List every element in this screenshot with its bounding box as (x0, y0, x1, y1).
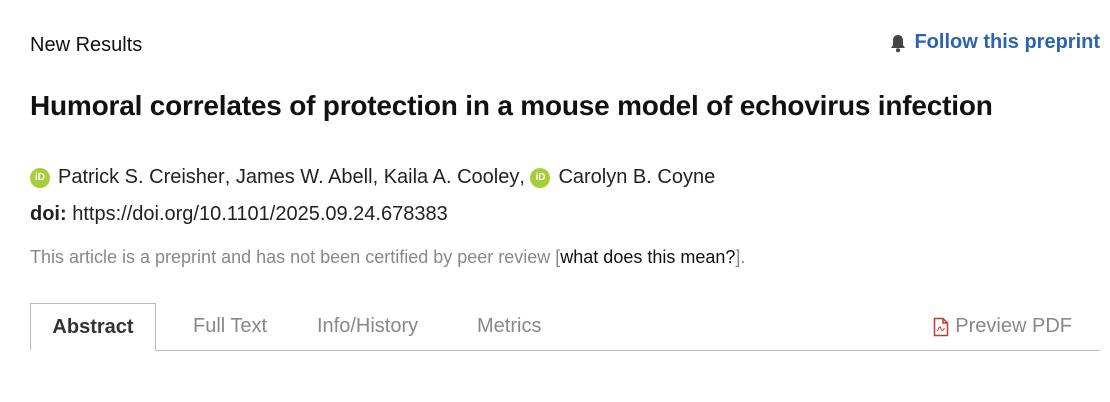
follow-preprint-button[interactable]: Follow this preprint (888, 31, 1100, 54)
orcid-icon[interactable]: iD (30, 167, 50, 188)
author-name[interactable]: Kaila A. Cooley (384, 166, 520, 189)
author-separator: , (372, 166, 384, 188)
doi-line: doi: https://doi.org/10.1101/2025.09.24.… (30, 203, 448, 226)
what-does-this-mean-link[interactable]: what does this mean? (560, 247, 735, 267)
tab-full-text[interactable]: Full Text (193, 303, 267, 350)
article-title: Humoral correlates of protection in a mo… (30, 90, 993, 121)
tab-info-history[interactable]: Info/History (317, 303, 418, 350)
author-name[interactable]: Carolyn B. Coyne (558, 166, 715, 189)
preprint-notice: This article is a preprint and has not b… (30, 247, 745, 268)
notice-text: This article is a preprint and has not b… (30, 247, 561, 267)
orcid-icon[interactable]: iD (530, 167, 551, 188)
follow-label: Follow this preprint (914, 31, 1100, 53)
author-separator: , (224, 166, 236, 188)
preview-pdf-link[interactable]: Preview PDF (933, 303, 1072, 350)
doi-label: doi: (30, 203, 67, 225)
tab-metrics[interactable]: Metrics (477, 303, 541, 350)
pdf-file-icon (934, 317, 949, 336)
doi-link[interactable]: https://doi.org/10.1101/2025.09.24.67838… (72, 203, 448, 225)
section-label: New Results (30, 34, 143, 56)
bell-icon (891, 34, 906, 52)
author-list: iD Patrick S. Creisher , James W. Abell … (30, 166, 715, 189)
preview-pdf-label: Preview PDF (955, 315, 1072, 337)
author-name[interactable]: James W. Abell (236, 166, 373, 189)
author-name[interactable]: Patrick S. Creisher (58, 166, 225, 189)
author-separator: , (519, 166, 531, 188)
notice-end: ]. (735, 247, 746, 267)
article-tabs: Abstract Full Text Info/History Metrics … (30, 303, 1100, 351)
tab-abstract[interactable]: Abstract (30, 303, 156, 351)
